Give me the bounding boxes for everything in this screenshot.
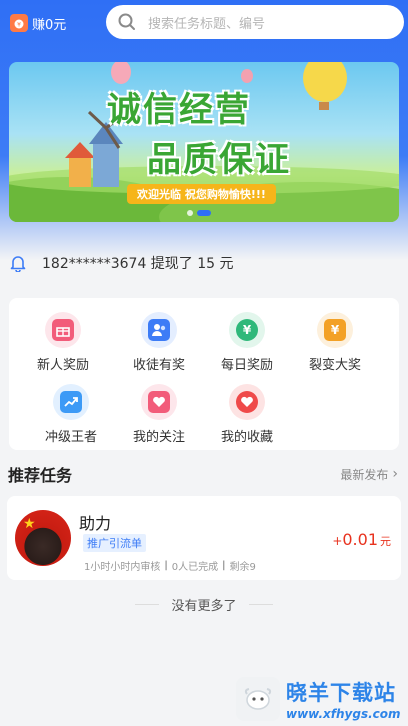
- banner-ribbon: 欢迎光临 祝您购物愉快!!!: [127, 184, 276, 204]
- meta-divider: |: [164, 560, 168, 571]
- pagination-dot-active[interactable]: [197, 210, 211, 216]
- divider-line: [135, 603, 160, 605]
- chevron-right-icon: ›: [392, 466, 398, 482]
- task-tag: 推广引流单: [83, 534, 146, 552]
- grid-label: 我的收藏: [220, 430, 273, 445]
- task-card[interactable]: ★ 助力 推广引流单 1小时小时内审核 | 0人已完成 | 剩余9 + 0.01…: [7, 496, 401, 580]
- section-title: 推荐任务: [8, 466, 73, 485]
- grid-label: 新人奖励: [36, 358, 89, 373]
- heart-icon: [229, 384, 265, 420]
- grid-label: 每日奖励: [220, 358, 273, 373]
- grid-label: 我的关注: [132, 430, 185, 445]
- sort-latest-button[interactable]: 最新发布 ›: [340, 466, 398, 483]
- header: ¥ 赚0元 搜索任务标题、编号: [0, 0, 408, 46]
- watermark-title: 晓羊下载站: [286, 681, 396, 705]
- price-unit: 元: [380, 535, 391, 548]
- trend-up-icon: [53, 384, 89, 420]
- grid-item-my-follows[interactable]: 我的关注: [119, 384, 199, 445]
- feature-grid: 新人奖励 收徒有奖 ¥ 每日奖励 ¥ 裂变大奖 冲级王者 我的关注 我的收藏: [9, 298, 399, 450]
- grid-item-my-favorites[interactable]: 我的收藏: [207, 384, 287, 445]
- notice-text: 182******3674 提现了 15 元: [42, 256, 234, 272]
- search-icon: [118, 13, 135, 30]
- completed-count: 0人已完成: [171, 562, 219, 573]
- no-more-text: 没有更多了: [171, 598, 237, 614]
- meta-divider: |: [222, 560, 226, 571]
- price-sign: +: [332, 534, 343, 548]
- svg-text:¥: ¥: [17, 22, 21, 29]
- search-input[interactable]: 搜索任务标题、编号: [106, 5, 404, 39]
- grid-label: 裂变大奖: [308, 358, 361, 373]
- remaining-count: 剩余9: [229, 562, 256, 573]
- watermark-url: www.xfhygs.com: [286, 707, 401, 721]
- pagination-dot[interactable]: [187, 210, 193, 216]
- task-meta: 1小时小时内审核 | 0人已完成 | 剩余9: [84, 558, 256, 573]
- recommended-section-header: 推荐任务 最新发布 ›: [0, 458, 408, 490]
- task-title: 助力: [79, 514, 112, 533]
- banner-title-line2: 品质保证: [147, 140, 291, 180]
- grid-item-newcomer-reward[interactable]: 新人奖励: [23, 312, 103, 373]
- promo-banner[interactable]: 诚信经营 品质保证 欢迎光临 祝您购物愉快!!!: [9, 62, 399, 222]
- bell-icon: [10, 256, 26, 272]
- grid-label: 收徒有奖: [132, 358, 185, 373]
- grid-item-daily-reward[interactable]: ¥ 每日奖励: [207, 312, 287, 373]
- grid-label: 冲级王者: [44, 430, 97, 445]
- hearts-icon: [141, 384, 177, 420]
- task-price: + 0.01 元: [332, 530, 391, 549]
- gift-icon: [45, 312, 81, 348]
- search-placeholder: 搜索任务标题、编号: [148, 16, 266, 32]
- earn-label: 赚0元: [32, 17, 67, 33]
- money-bag-icon: ¥: [10, 14, 28, 32]
- price-amount: 0.01: [342, 530, 378, 549]
- end-of-list: 没有更多了: [0, 592, 408, 616]
- grid-item-fission-reward[interactable]: ¥ 裂变大奖: [295, 312, 375, 373]
- site-watermark: 晓羊下载站 www.xfhygs.com: [236, 672, 408, 726]
- yuan-coin-icon: ¥: [229, 312, 265, 348]
- review-time: 1小时小时内审核: [84, 562, 161, 573]
- sheep-logo-icon: [236, 677, 280, 721]
- banner-pagination: [187, 210, 211, 216]
- star-icon: ★: [23, 516, 36, 532]
- earn-button[interactable]: ¥ 赚0元: [10, 14, 66, 33]
- grid-item-level-king[interactable]: 冲级王者: [31, 384, 111, 445]
- divider-line: [248, 603, 273, 605]
- yuan-bag-icon: ¥: [317, 312, 353, 348]
- avatar: ★: [15, 510, 71, 566]
- users-icon: [141, 312, 177, 348]
- sort-label: 最新发布: [340, 467, 389, 482]
- banner-title-line1: 诚信经营: [107, 90, 251, 130]
- withdraw-notice: 182******3674 提现了 15 元: [0, 246, 408, 280]
- grid-item-apprentice-reward[interactable]: 收徒有奖: [119, 312, 199, 373]
